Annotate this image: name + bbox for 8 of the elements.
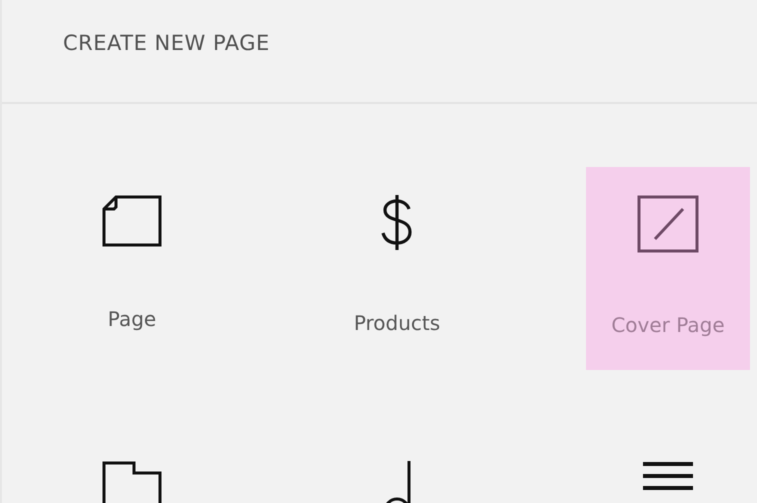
dollar-icon	[380, 195, 414, 251]
folder-icon	[102, 461, 162, 503]
lines-icon	[642, 461, 694, 493]
page-type-option[interactable]: Products	[315, 167, 479, 370]
page-icon	[102, 195, 162, 247]
page-title: CREATE NEW PAGE	[63, 31, 270, 55]
page-type-option[interactable]: Page	[50, 167, 214, 370]
slash-square-icon	[637, 195, 699, 253]
